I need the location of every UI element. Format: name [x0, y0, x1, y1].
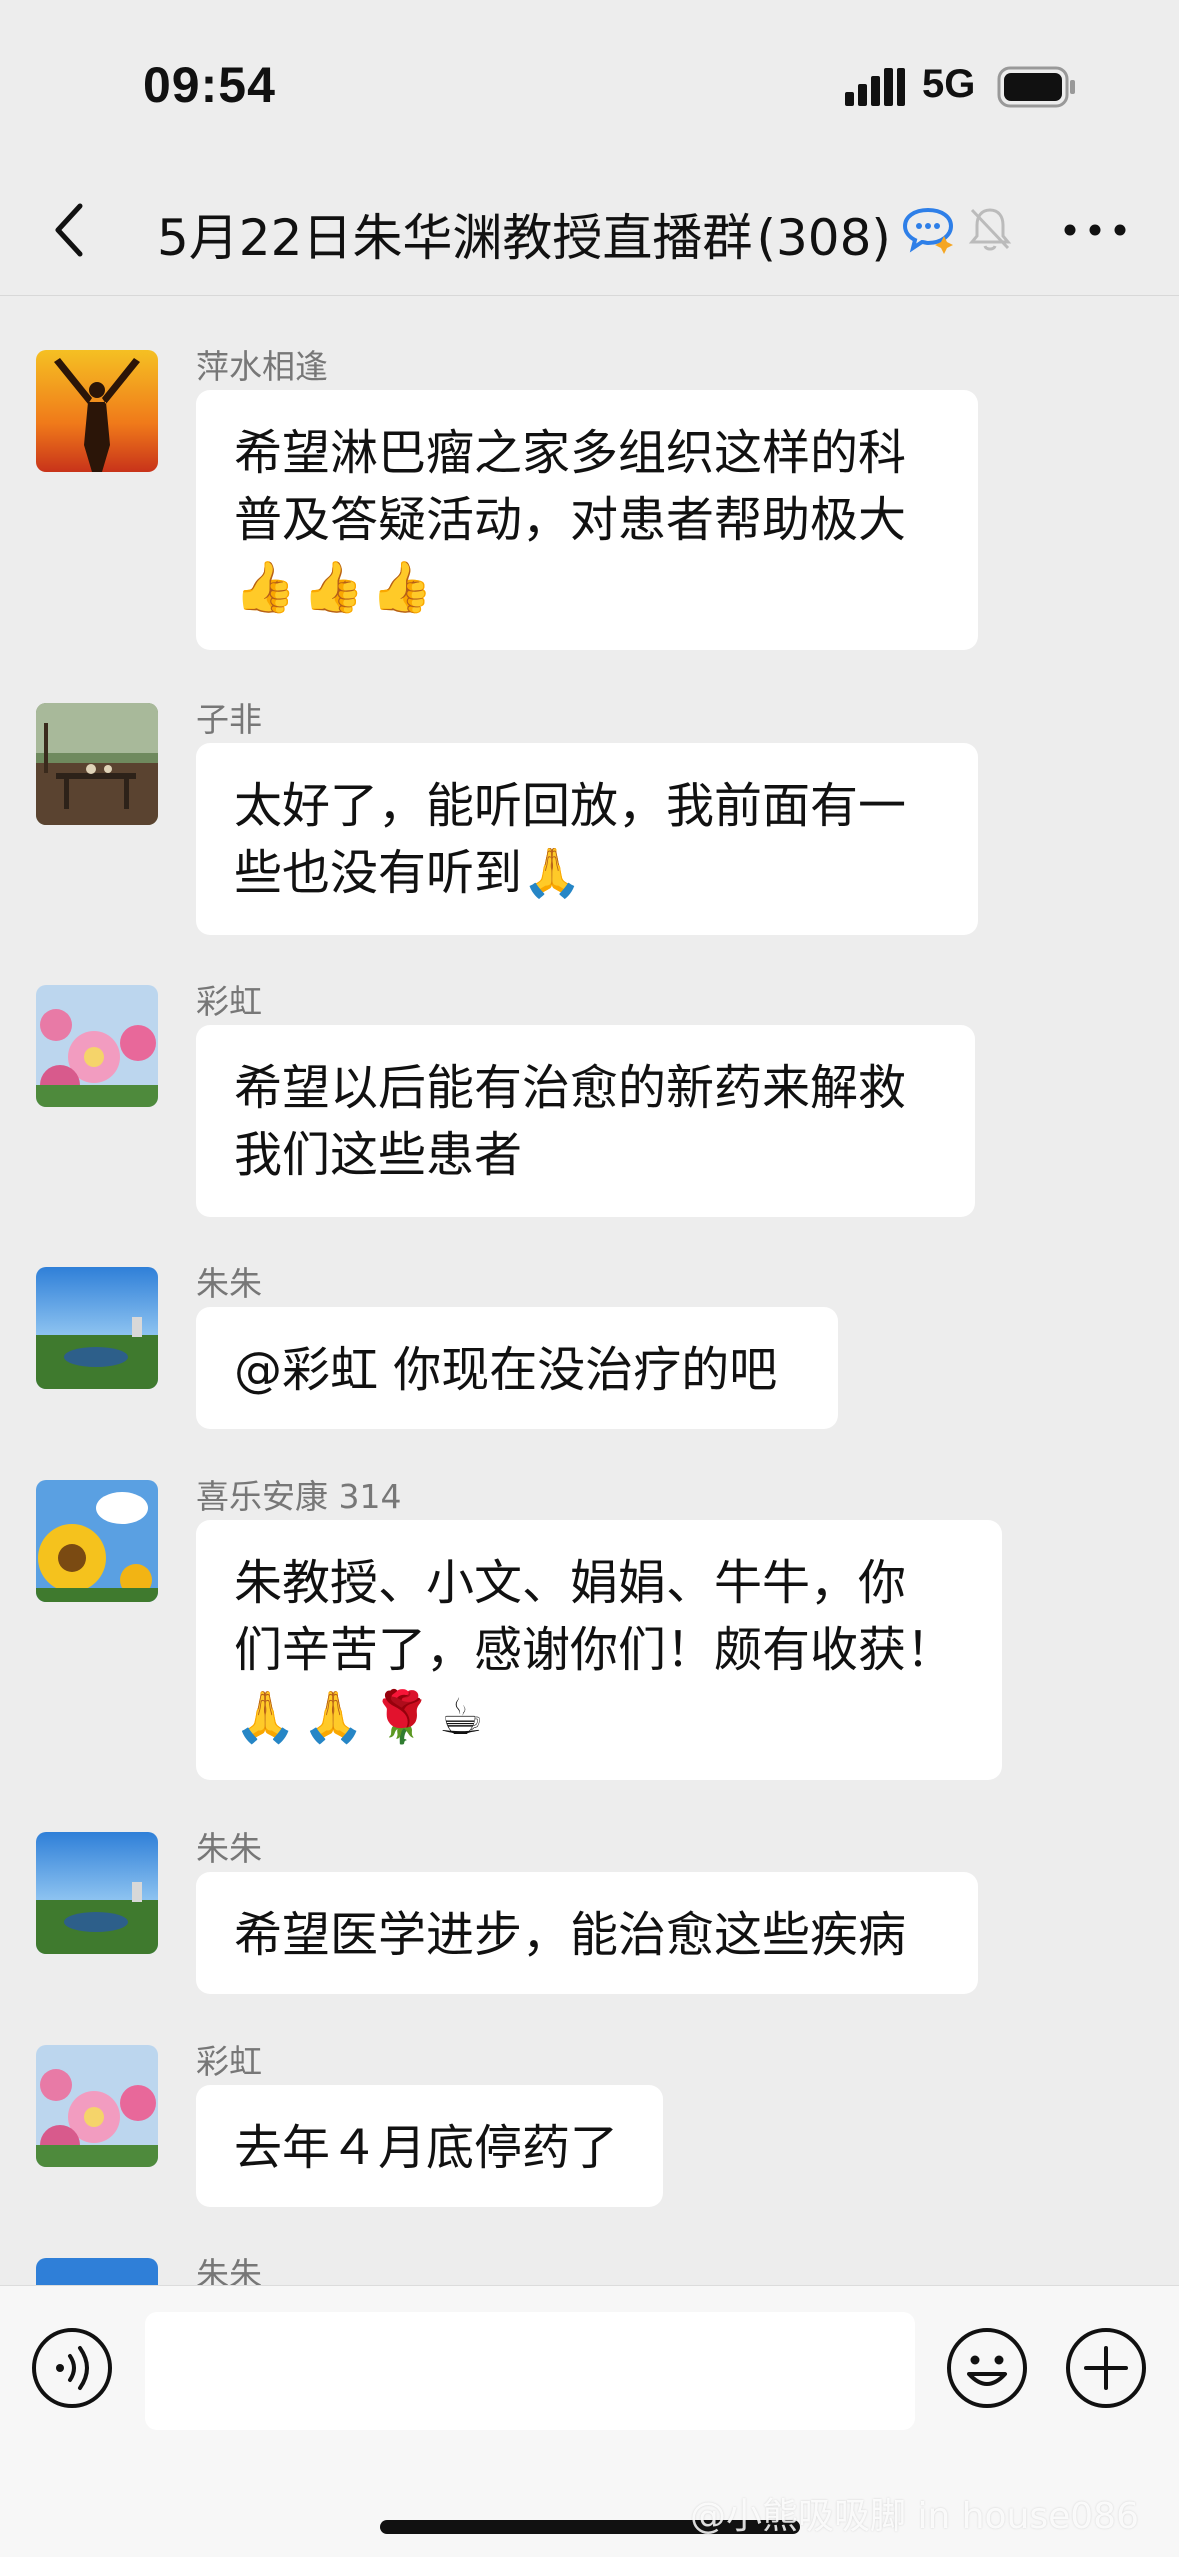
avatar[interactable] [36, 2045, 158, 2167]
chat-title: 5月22日朱华渊教授直播群(308) [157, 198, 891, 270]
message-bubble[interactable]: 希望以后能有治愈的新药来解救 我们这些患者 [196, 1025, 975, 1217]
avatar[interactable] [36, 1832, 158, 1954]
message-text: 希望医学进步，能治愈这些疾病 [234, 1907, 907, 1963]
sender-name: 朱朱 [196, 1264, 262, 1303]
sender-name: 萍水相逢 [196, 347, 328, 386]
signal-icon [845, 68, 905, 106]
battery-icon [997, 66, 1075, 108]
avatar[interactable] [36, 1480, 158, 1602]
message-text: @彩虹 你现在没治疗的吧 [234, 1342, 778, 1398]
chat-header: 5月22日朱华渊教授直播群(308) [0, 170, 1179, 296]
plus-icon[interactable] [1064, 2326, 1148, 2410]
message-bubble[interactable]: @彩虹 你现在没治疗的吧 [196, 1307, 838, 1429]
message-emoji: 👍👍👍 [234, 558, 439, 616]
message-input[interactable] [145, 2312, 915, 2430]
emoji-icon[interactable] [945, 2326, 1029, 2410]
message-bubble[interactable]: 希望淋巴瘤之家多组织这样的科 普及答疑活动，对患者帮助极大 👍👍👍 [196, 390, 978, 650]
message-emoji: 🙏🙏🌹☕ [234, 1688, 490, 1746]
watermark: @小熊吸吸脚 in house086 [690, 2496, 1139, 2537]
message-text: 普及答疑活动，对患者帮助极大 [234, 492, 907, 548]
network-type: 5G [922, 62, 976, 106]
avatar[interactable] [36, 2258, 158, 2285]
avatar[interactable] [36, 985, 158, 1107]
sender-name: 喜乐安康 314 [196, 1477, 402, 1516]
avatar[interactable] [36, 1267, 158, 1389]
sender-name: 彩虹 [196, 982, 262, 1021]
more-options-icon[interactable] [1060, 212, 1130, 248]
status-bar: 09:54 5G [0, 0, 1179, 170]
back-arrow-icon[interactable] [42, 200, 102, 260]
message-bubble[interactable]: 太好了，能听回放，我前面有一 些也没有听到🙏 [196, 743, 978, 935]
voice-input-icon[interactable] [30, 2326, 114, 2410]
sender-name: 子非 [196, 700, 262, 739]
message-text: 朱教授、小文、娟娟、牛牛，你 [234, 1555, 907, 1611]
message-text: 希望淋巴瘤之家多组织这样的科 [234, 425, 907, 481]
message-text: 我们这些患者 [234, 1127, 523, 1183]
group-name: 5月22日朱华渊教授直播群 [157, 209, 753, 267]
status-time: 09:54 [143, 57, 276, 113]
member-count: (308) [756, 209, 891, 267]
message-text: 去年４月底停药了 [234, 2120, 619, 2176]
avatar[interactable] [36, 350, 158, 472]
group-chat-icon[interactable] [900, 204, 956, 254]
message-text: 些也没有听到🙏 [234, 845, 582, 901]
mute-bell-icon [968, 208, 1012, 251]
message-text: 希望以后能有治愈的新药来解救 [234, 1060, 907, 1116]
sender-name: 朱朱 [196, 1829, 262, 1868]
message-bubble[interactable]: 希望医学进步，能治愈这些疾病 [196, 1872, 978, 1994]
message-text: 太好了，能听回放，我前面有一 [234, 778, 907, 834]
message-bubble[interactable]: 去年４月底停药了 [196, 2085, 663, 2207]
sender-name: 彩虹 [196, 2042, 262, 2081]
message-text: 们辛苦了，感谢你们！颇有收获！ [234, 1622, 955, 1678]
message-bubble[interactable]: 朱教授、小文、娟娟、牛牛，你 们辛苦了，感谢你们！颇有收获！ 🙏🙏🌹☕ [196, 1520, 1002, 1780]
avatar[interactable] [36, 703, 158, 825]
